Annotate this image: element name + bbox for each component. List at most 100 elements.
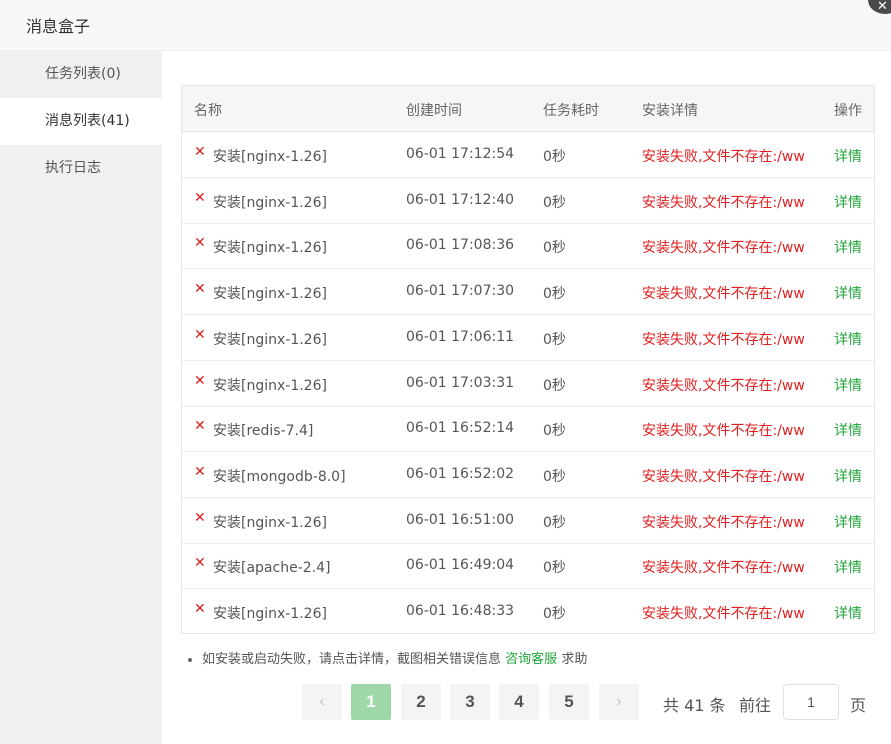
chevron-right-icon[interactable]: › bbox=[599, 684, 639, 720]
detail-link[interactable]: 详情 bbox=[834, 512, 862, 532]
header-name: 名称 bbox=[194, 103, 222, 119]
install-detail: 安装失败,文件不存在:/ww bbox=[642, 377, 804, 394]
page-4-button[interactable]: 4 bbox=[499, 684, 539, 720]
created-time: 06-01 17:12:54 bbox=[406, 146, 515, 162]
chevron-left-icon[interactable]: ‹ bbox=[302, 684, 342, 720]
install-detail: 安装失败,文件不存在:/ww bbox=[642, 286, 804, 303]
sidebar-item-message-list[interactable]: 消息列表(41) bbox=[0, 98, 162, 145]
page-unit-label: 页 bbox=[850, 696, 867, 715]
install-detail: 安装失败,文件不存在:/ww bbox=[642, 194, 804, 211]
sidebar: 任务列表(0) 消息列表(41) 执行日志 bbox=[0, 51, 162, 744]
detail-link[interactable]: 详情 bbox=[834, 420, 862, 440]
detail-link[interactable]: 详情 bbox=[834, 603, 862, 623]
created-time: 06-01 16:52:14 bbox=[406, 420, 515, 437]
cross-icon: ✕ bbox=[194, 372, 206, 389]
task-duration: 0秒 bbox=[543, 240, 566, 257]
table-row: ✕ 安装[apache-2.4] 06-01 16:49:04 0秒 安装失败,文件不存… bbox=[182, 543, 874, 590]
cross-icon: ✕ bbox=[194, 326, 206, 343]
install-detail: 安装失败,文件不存在:/ww bbox=[642, 560, 804, 577]
task-name: 安装[nginx-1.26] bbox=[213, 149, 327, 165]
table-row: ✕ 安装[nginx-1.26] 06-01 17:03:31 0秒 安装失败,文件不存… bbox=[182, 361, 874, 407]
created-time: 06-01 17:08:36 bbox=[406, 237, 515, 254]
page-2-button[interactable]: 2 bbox=[401, 684, 441, 720]
detail-link[interactable]: 详情 bbox=[834, 146, 862, 166]
task-name: 安装[nginx-1.26] bbox=[213, 286, 327, 303]
table-row: ✕ 安装[nginx-1.26] 06-01 17:12:54 0秒 安装失败,文件不存… bbox=[182, 132, 874, 178]
detail-link[interactable]: 详情 bbox=[834, 283, 862, 303]
sidebar-item-task-list[interactable]: 任务列表(0) bbox=[0, 51, 162, 98]
task-name: 安装[nginx-1.26] bbox=[213, 606, 327, 622]
created-time: 06-01 16:52:02 bbox=[406, 465, 515, 482]
task-duration: 0秒 bbox=[543, 514, 566, 531]
task-duration: 0秒 bbox=[543, 377, 566, 394]
header-action: 操作 bbox=[834, 103, 862, 119]
cross-icon: ✕ bbox=[194, 463, 206, 480]
table-row: ✕ 安装[nginx-1.26] 06-01 16:48:33 0秒 安装失败,文件不存… bbox=[182, 589, 874, 633]
task-name: 安装[apache-2.4] bbox=[213, 560, 331, 577]
goto-label: 前往 bbox=[739, 696, 772, 715]
dialog-header: 消息盒子 bbox=[0, 0, 891, 51]
task-duration: 0秒 bbox=[543, 149, 566, 165]
page-1-button[interactable]: 1 bbox=[351, 684, 391, 720]
created-time: 06-01 17:07:30 bbox=[406, 283, 515, 300]
header-created-time: 创建时间 bbox=[406, 103, 462, 119]
task-name: 安装[nginx-1.26] bbox=[213, 377, 327, 394]
goto-page-input[interactable] bbox=[783, 684, 839, 720]
detail-link[interactable]: 详情 bbox=[834, 329, 862, 349]
cross-icon: ✕ bbox=[194, 601, 206, 617]
page-5-button[interactable]: 5 bbox=[549, 684, 589, 720]
table-row: ✕ 安装[nginx-1.26] 06-01 16:51:00 0秒 安装失败,文件不存… bbox=[182, 498, 874, 544]
install-detail: 安装失败,文件不存在:/ww bbox=[642, 423, 804, 440]
task-duration: 0秒 bbox=[543, 423, 566, 440]
detail-link[interactable]: 详情 bbox=[834, 466, 862, 486]
table-row: ✕ 安装[nginx-1.26] 06-01 17:06:11 0秒 安装失败,文件不存… bbox=[182, 315, 874, 361]
table-row: ✕ 安装[mongodb-8.0] 06-01 16:52:02 0秒 安装失败,文件不… bbox=[182, 452, 874, 498]
detail-link[interactable]: 详情 bbox=[834, 375, 862, 395]
detail-link[interactable]: 详情 bbox=[834, 192, 862, 212]
task-name: 安装[nginx-1.26] bbox=[213, 194, 327, 211]
tip-text: 如安装或启动失败，请点击详情，截图相关错误信息 bbox=[202, 652, 502, 667]
created-time: 06-01 17:12:40 bbox=[406, 191, 515, 208]
cross-icon: ✕ bbox=[194, 509, 206, 526]
cross-icon: ✕ bbox=[194, 281, 206, 298]
task-name: 安装[nginx-1.26] bbox=[213, 331, 327, 348]
task-name: 安装[redis-7.4] bbox=[213, 423, 314, 440]
cross-icon: ✕ bbox=[194, 555, 206, 572]
created-time: 06-01 16:49:04 bbox=[406, 557, 515, 574]
sidebar-item-execution-log[interactable]: 执行日志 bbox=[0, 145, 162, 192]
header-install-detail: 安装详情 bbox=[642, 103, 698, 119]
header-duration: 任务耗时 bbox=[543, 103, 599, 119]
task-duration: 0秒 bbox=[543, 468, 566, 485]
cross-icon: ✕ bbox=[194, 144, 206, 160]
dialog-title: 消息盒子 bbox=[26, 17, 91, 36]
cross-icon: ✕ bbox=[194, 189, 206, 206]
page-3-button[interactable]: 3 bbox=[450, 684, 490, 720]
detail-link[interactable]: 详情 bbox=[834, 237, 862, 257]
install-detail: 安装失败,文件不存在:/ww bbox=[642, 606, 804, 622]
total-count: 共 41 条 bbox=[663, 696, 726, 715]
install-detail: 安装失败,文件不存在:/ww bbox=[642, 149, 804, 165]
task-duration: 0秒 bbox=[543, 286, 566, 303]
install-detail: 安装失败,文件不存在:/ww bbox=[642, 331, 804, 348]
table-header: 名称 创建时间 任务耗时 安装详情 操作 bbox=[182, 86, 874, 132]
task-duration: 0秒 bbox=[543, 194, 566, 211]
install-detail: 安装失败,文件不存在:/ww bbox=[642, 240, 804, 257]
message-table: 名称 创建时间 任务耗时 安装详情 操作 ✕ 安装[nginx-1.26] 06-0… bbox=[181, 85, 875, 634]
created-time: 06-01 16:51:00 bbox=[406, 511, 515, 528]
created-time: 06-01 17:03:31 bbox=[406, 374, 515, 391]
task-name: 安装[nginx-1.26] bbox=[213, 514, 327, 531]
table-row: ✕ 安装[nginx-1.26] 06-01 17:12:40 0秒 安装失败,文件不存… bbox=[182, 178, 874, 224]
bullet-icon bbox=[188, 657, 192, 662]
contact-support-link[interactable]: 咨询客服 bbox=[505, 652, 557, 667]
task-name: 安装[nginx-1.26] bbox=[213, 240, 327, 257]
detail-link[interactable]: 详情 bbox=[834, 557, 862, 577]
help-tip: 如安装或启动失败，请点击详情，截图相关错误信息 咨询客服 求助 bbox=[188, 648, 587, 667]
install-detail: 安装失败,文件不存在:/ww bbox=[642, 468, 804, 485]
task-duration: 0秒 bbox=[543, 560, 566, 577]
created-time: 06-01 17:06:11 bbox=[406, 328, 515, 345]
cross-icon: ✕ bbox=[194, 418, 206, 435]
task-duration: 0秒 bbox=[543, 606, 566, 622]
task-duration: 0秒 bbox=[543, 331, 566, 348]
table-row: ✕ 安装[nginx-1.26] 06-01 17:08:36 0秒 安装失败,文件不存… bbox=[182, 223, 874, 270]
table-row: ✕ 安装[redis-7.4] 06-01 16:52:14 0秒 安装失败,文件不存在… bbox=[182, 406, 874, 453]
